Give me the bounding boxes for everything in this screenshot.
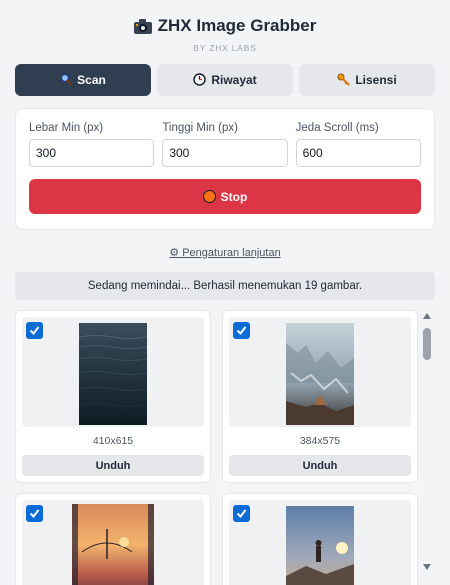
check-icon <box>29 326 40 336</box>
tab-lisensi-label: Lisensi <box>355 73 397 87</box>
min-width-input[interactable] <box>29 139 155 167</box>
app-subtitle: BY ZHX LABS <box>193 42 257 53</box>
image-preview <box>22 317 204 427</box>
app-header: ZHX Image Grabber BY ZHX LABS <box>0 0 450 60</box>
tab-scan[interactable]: Scan <box>15 64 151 96</box>
check-icon <box>236 326 247 336</box>
ocean-water-thumbnail[interactable] <box>79 323 147 425</box>
clock-icon <box>193 72 207 88</box>
snowy-mountain-thumbnail[interactable] <box>286 323 354 425</box>
scroll-delay-input[interactable] <box>295 139 421 167</box>
min-width-label: Lebar Min (px) <box>29 122 104 134</box>
download-button[interactable]: Unduh <box>229 455 411 476</box>
image-preview <box>229 317 411 427</box>
image-preview <box>22 500 204 585</box>
scroll-up-arrow-icon[interactable] <box>423 313 431 319</box>
min-height-label: Tinggi Min (px) <box>162 122 238 134</box>
scroll-delay-field: Jeda Scroll (ms) <box>295 122 421 167</box>
hiker-sunset-thumbnail[interactable] <box>286 506 354 585</box>
image-dimensions: 384x575 <box>299 435 341 447</box>
min-height-input[interactable] <box>162 139 288 167</box>
settings-fields: Lebar Min (px) Tinggi Min (px) Jeda Scro… <box>29 122 421 167</box>
image-gallery: 410x615 Unduh 384x575 Unduh <box>15 310 418 585</box>
magnifier-icon <box>60 73 73 87</box>
image-preview <box>229 500 411 585</box>
image-card <box>222 493 418 585</box>
stop-button-label: Stop <box>220 189 248 204</box>
tab-lisensi[interactable]: Lisensi <box>299 64 435 96</box>
status-bar: Sedang memindai... Berhasil menemukan 19… <box>15 272 435 300</box>
red-circle-icon <box>202 190 216 203</box>
image-select-checkbox[interactable] <box>233 505 250 522</box>
image-card <box>15 493 211 585</box>
tab-riwayat-label: Riwayat <box>211 73 257 87</box>
camera-icon <box>133 18 152 34</box>
app-title-text: ZHX Image Grabber <box>157 16 317 35</box>
check-icon <box>29 509 40 519</box>
image-select-checkbox[interactable] <box>233 322 250 339</box>
image-select-checkbox[interactable] <box>26 322 43 339</box>
scroll-delay-label: Jeda Scroll (ms) <box>295 122 379 134</box>
key-icon <box>337 73 350 88</box>
image-card: 384x575 Unduh <box>222 310 418 483</box>
sunset-bridge-thumbnail[interactable] <box>72 504 154 585</box>
advanced-settings-link[interactable]: ⚙ Pengaturan lanjutan <box>0 246 450 259</box>
gallery-scrollbar[interactable] <box>420 310 434 572</box>
download-button[interactable]: Unduh <box>22 455 204 476</box>
min-width-field: Lebar Min (px) <box>29 122 155 167</box>
image-dimensions: 410x615 <box>92 435 134 447</box>
min-height-field: Tinggi Min (px) <box>162 122 288 167</box>
check-icon <box>236 509 247 519</box>
image-card: 410x615 Unduh <box>15 310 211 483</box>
tab-bar: Scan Riwayat Lisensi <box>15 64 435 96</box>
tab-scan-label: Scan <box>77 73 106 87</box>
app-title: ZHX Image Grabber <box>133 16 317 36</box>
tab-riwayat[interactable]: Riwayat <box>157 64 293 96</box>
image-select-checkbox[interactable] <box>26 505 43 522</box>
scan-settings-card: Lebar Min (px) Tinggi Min (px) Jeda Scro… <box>15 108 435 230</box>
scrollbar-thumb[interactable] <box>423 328 431 360</box>
stop-button[interactable]: Stop <box>29 179 421 214</box>
scroll-down-arrow-icon[interactable] <box>423 564 431 570</box>
